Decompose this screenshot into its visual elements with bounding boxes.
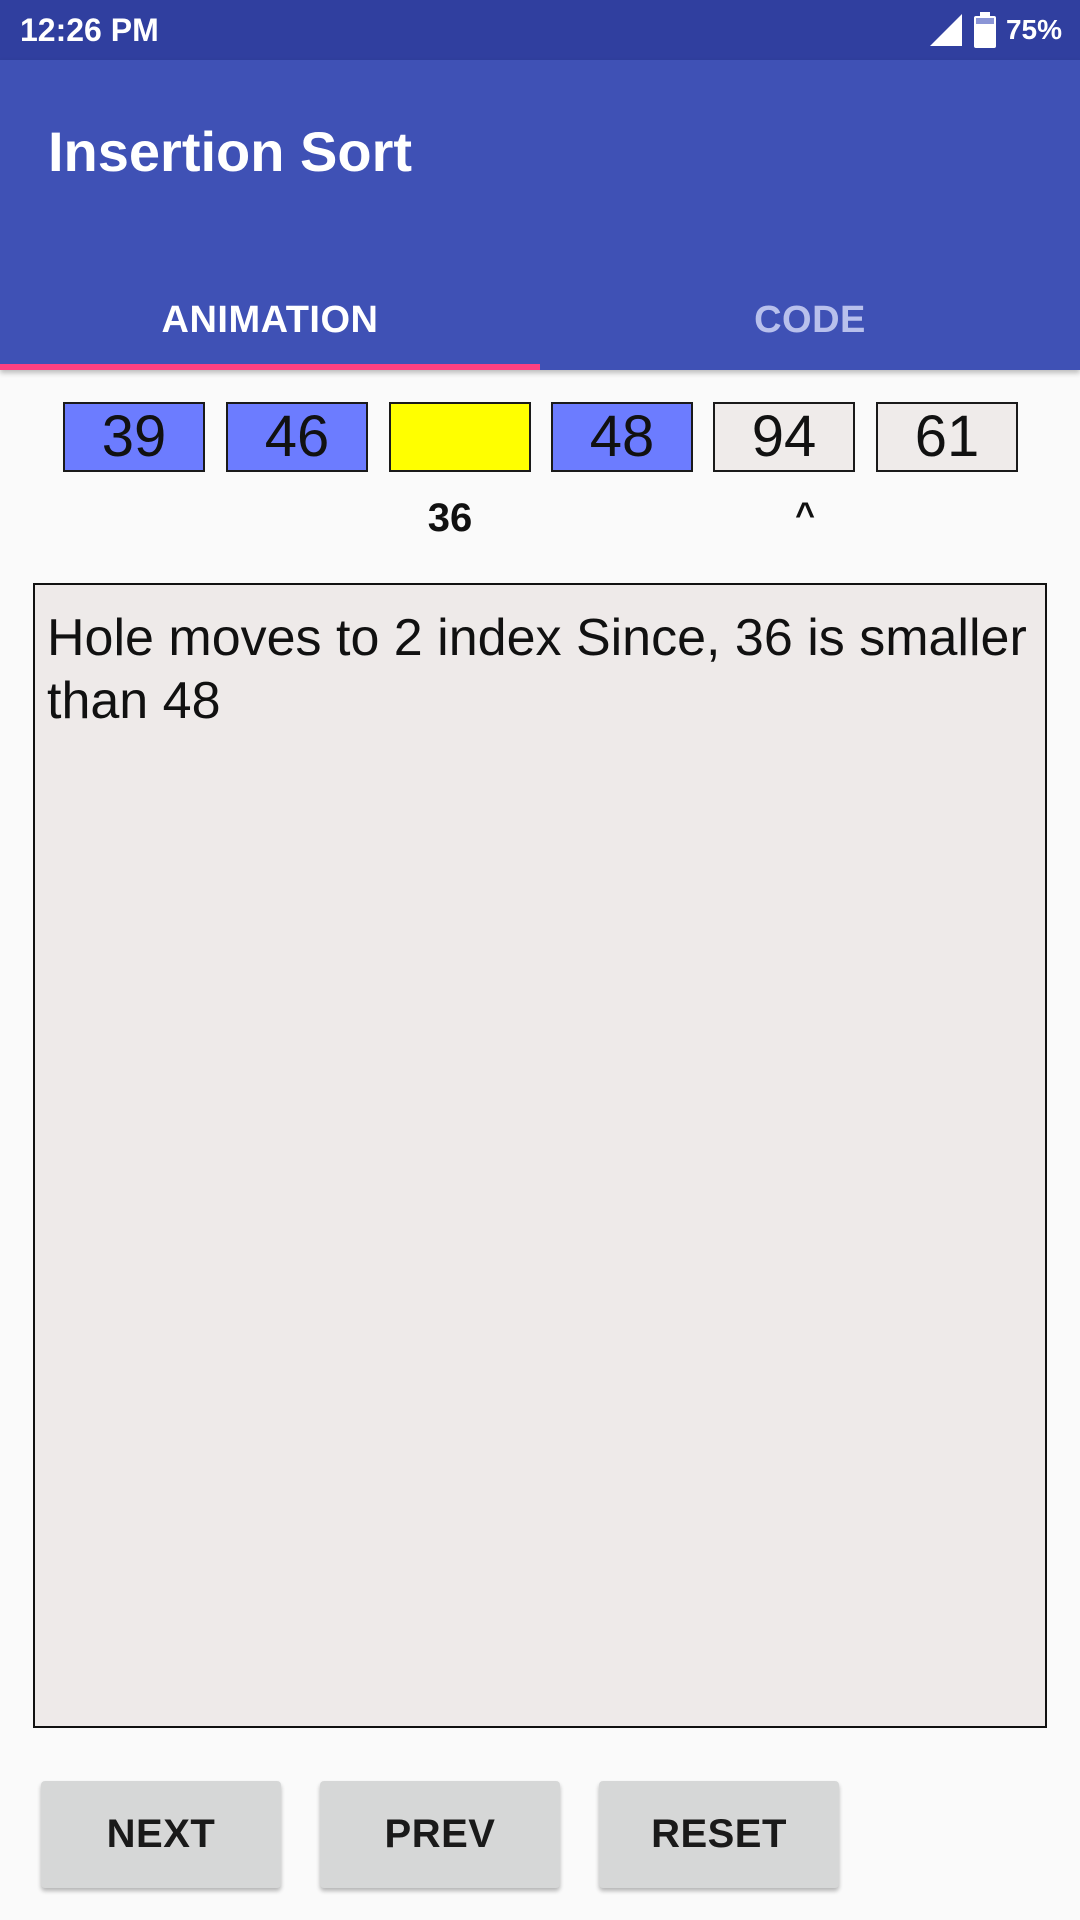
tab-animation[interactable]: ANIMATION <box>0 270 540 370</box>
signal-icon <box>929 14 962 46</box>
reset-button[interactable]: RESET <box>599 1781 839 1888</box>
array-cell-hole <box>389 402 531 472</box>
array-cell-0: 39 <box>63 402 205 472</box>
array-cell-4: 94 <box>713 402 855 472</box>
battery-icon <box>973 12 996 48</box>
pointer-caret: ^ <box>795 496 815 534</box>
message-box: Hole moves to 2 index Since, 36 is small… <box>33 583 1047 1728</box>
prev-button[interactable]: PREV <box>320 1781 560 1888</box>
next-button[interactable]: NEXT <box>41 1781 281 1888</box>
array-cell-5: 61 <box>876 402 1018 472</box>
battery-percent: 75% <box>1005 14 1062 45</box>
message-text: Hole moves to 2 index Since, 36 is small… <box>47 609 1027 730</box>
page-title: Insertion Sort <box>48 120 413 183</box>
array-cell-3: 48 <box>551 402 693 472</box>
app-bar: Insertion Sort ANIMATION CODE <box>0 60 1080 370</box>
array-cell-1: 46 <box>226 402 368 472</box>
status-time: 12:26 PM <box>20 12 159 48</box>
tab-indicator <box>0 364 540 370</box>
status-bar: 12:26 PM 75% <box>0 0 1080 60</box>
tab-code[interactable]: CODE <box>540 270 1080 370</box>
array-row: 39 46 48 94 61 <box>0 402 1080 472</box>
status-icons: 75% <box>928 12 1062 48</box>
hole-value: 36 <box>427 496 473 540</box>
